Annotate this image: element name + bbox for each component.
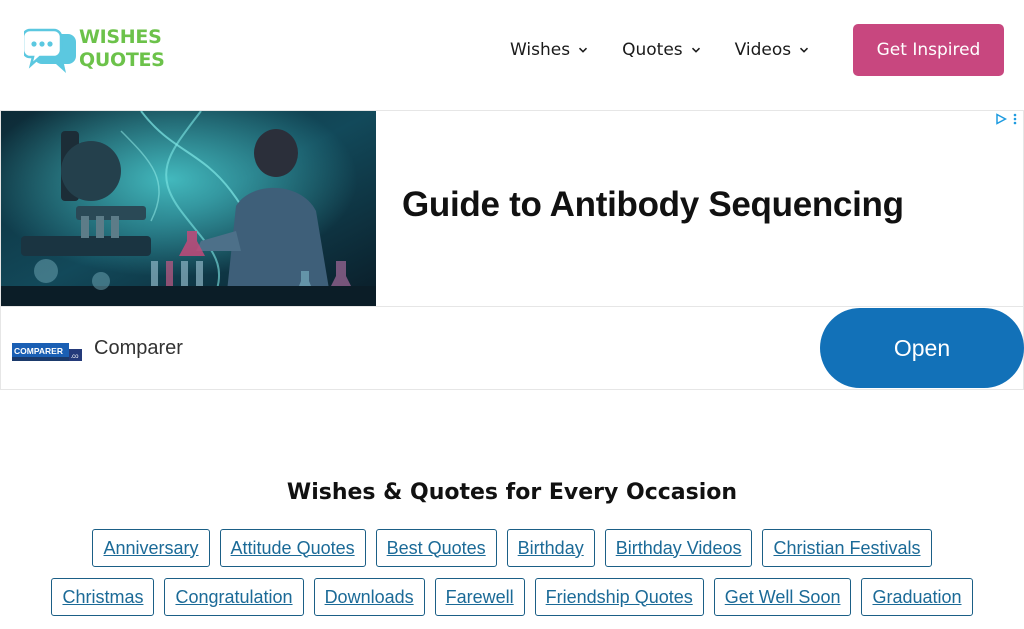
get-inspired-button[interactable]: Get Inspired bbox=[853, 24, 1004, 76]
chat-bubbles-icon bbox=[24, 28, 76, 73]
ad-banner[interactable]: Guide to Antibody Sequencing COMPARER .c… bbox=[0, 110, 1024, 390]
comparer-logo-text: COMPARER bbox=[14, 346, 63, 356]
tag-birthday-videos[interactable]: Birthday Videos bbox=[604, 529, 753, 567]
tag-attitude-quotes[interactable]: Attitude Quotes bbox=[219, 529, 366, 567]
nav-wishes-label: Wishes bbox=[510, 40, 571, 60]
nav-quotes-label: Quotes bbox=[622, 40, 683, 60]
logo-wordmark: WISHES QUOTES bbox=[79, 26, 165, 72]
main-nav: Wishes Quotes Videos bbox=[510, 37, 809, 63]
play-triangle-icon[interactable] bbox=[995, 113, 1007, 125]
chevron-down-icon bbox=[800, 47, 809, 53]
nav-videos-label: Videos bbox=[734, 40, 792, 60]
tag-congratulation[interactable]: Congratulation bbox=[164, 578, 304, 616]
nav-quotes[interactable]: Quotes bbox=[622, 37, 701, 63]
site-logo[interactable]: WISHES QUOTES bbox=[24, 26, 165, 78]
tag-farewell[interactable]: Farewell bbox=[434, 578, 525, 616]
nav-wishes[interactable]: Wishes bbox=[510, 37, 588, 63]
ad-divider bbox=[1, 306, 1023, 307]
ad-open-button[interactable]: Open bbox=[820, 308, 1024, 388]
comparer-logo: COMPARER .co bbox=[12, 343, 82, 361]
ad-choices[interactable] bbox=[995, 113, 1017, 125]
site-header: WISHES QUOTES Wishes Quotes Videos Get I… bbox=[0, 0, 1024, 100]
section-title: Wishes & Quotes for Every Occasion bbox=[286, 480, 738, 505]
tag-get-well-soon[interactable]: Get Well Soon bbox=[713, 578, 852, 616]
tag-birthday[interactable]: Birthday bbox=[506, 529, 595, 567]
chevron-down-icon bbox=[579, 47, 588, 53]
logo-line-2: QUOTES bbox=[79, 49, 165, 71]
tags-row-1: Anniversary Attitude Quotes Best Quotes … bbox=[0, 529, 1024, 567]
nav-videos[interactable]: Videos bbox=[735, 37, 810, 63]
tag-graduation[interactable]: Graduation bbox=[861, 578, 973, 616]
tags-row-2: Christmas Congratulation Downloads Farew… bbox=[0, 578, 1024, 616]
ad-advertiser-name[interactable]: Comparer bbox=[94, 337, 183, 360]
more-vertical-icon[interactable] bbox=[1013, 113, 1017, 125]
comparer-logo-suffix: .co bbox=[71, 354, 80, 360]
ad-image[interactable] bbox=[1, 111, 376, 306]
tag-christmas[interactable]: Christmas bbox=[51, 578, 155, 616]
chevron-down-icon bbox=[691, 47, 700, 53]
tag-best-quotes[interactable]: Best Quotes bbox=[375, 529, 497, 567]
ad-headline[interactable]: Guide to Antibody Sequencing bbox=[402, 185, 904, 225]
tag-anniversary[interactable]: Anniversary bbox=[92, 529, 210, 567]
tag-friendship-quotes[interactable]: Friendship Quotes bbox=[534, 578, 704, 616]
logo-line-1: WISHES bbox=[79, 26, 162, 48]
tag-downloads[interactable]: Downloads bbox=[313, 578, 425, 616]
tag-christian-festivals[interactable]: Christian Festivals bbox=[762, 529, 932, 567]
